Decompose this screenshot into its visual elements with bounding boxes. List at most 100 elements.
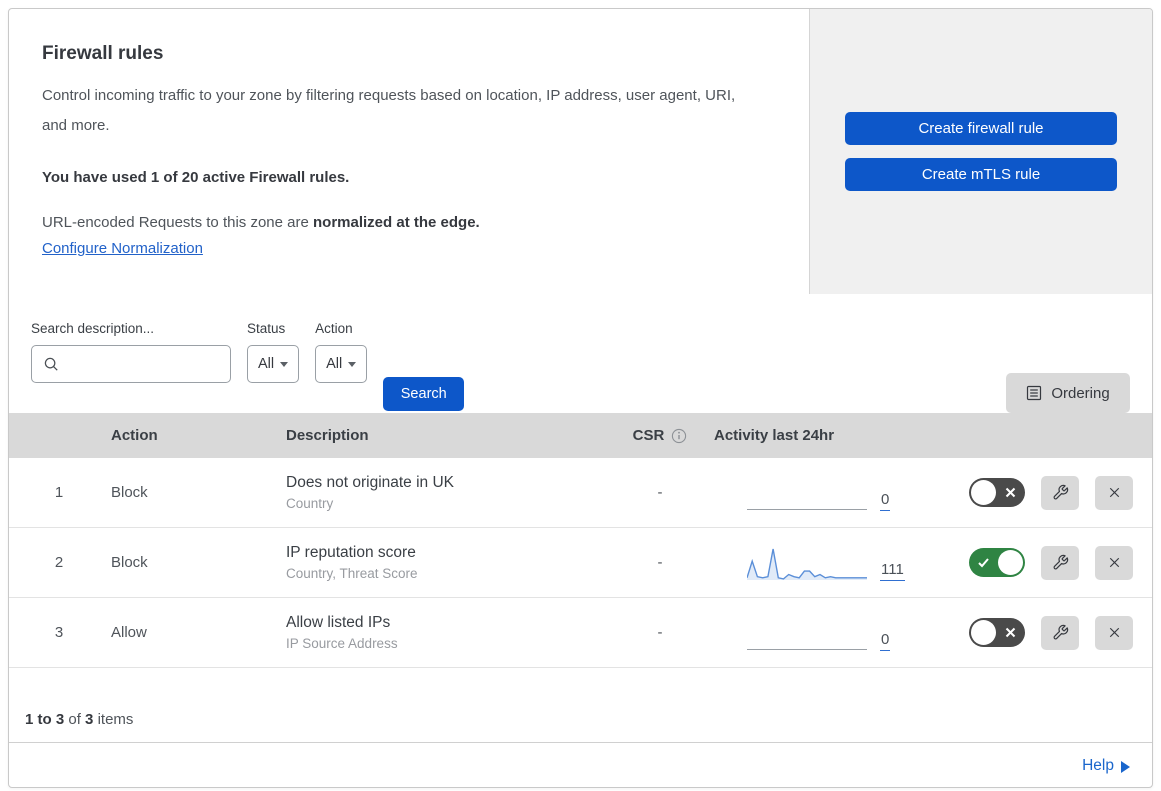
total-text: 3 [85, 711, 94, 728]
create-mtls-rule-button[interactable]: Create mTLS rule [845, 158, 1117, 191]
toggle-knob [998, 550, 1023, 575]
edit-rule-button[interactable] [1041, 475, 1079, 510]
action-dropdown[interactable]: All [315, 345, 368, 383]
rule-description: Allow listed IPs [286, 614, 391, 631]
toggle-knob [971, 480, 996, 505]
x-icon [1005, 487, 1016, 498]
firewall-rule-row: 3 Allow Allow listed IPs IP Source Addre… [9, 598, 1152, 668]
info-icon[interactable] [671, 428, 687, 444]
rule-csr-value: - [657, 554, 663, 571]
toggle-knob [971, 620, 996, 645]
activity-sparkline [747, 613, 867, 653]
rule-description-cell: Allow listed IPs IP Source Address [286, 614, 616, 651]
activity-count-link[interactable]: 0 [880, 491, 891, 511]
search-icon [44, 357, 58, 371]
column-action: Action [111, 427, 158, 444]
rule-description-cell: Does not originate in UK Country [286, 474, 616, 511]
close-icon [1109, 627, 1119, 638]
status-value: All [258, 356, 275, 372]
csr-label: CSR [632, 427, 665, 444]
create-firewall-rule-button[interactable]: Create firewall rule [845, 112, 1117, 145]
delete-rule-button[interactable] [1095, 475, 1133, 510]
of-text: of [64, 711, 86, 728]
rule-action: Allow [111, 624, 147, 641]
edit-rule-button[interactable] [1041, 545, 1079, 580]
firewall-rules-card: Firewall rules Control incoming traffic … [8, 8, 1153, 788]
check-icon [978, 558, 989, 568]
search-label: Search description... [31, 321, 155, 336]
status-filter-group: Status All [247, 321, 300, 383]
rule-description-cell: IP reputation score Country, Threat Scor… [286, 544, 616, 581]
activity-sparkline [747, 473, 867, 513]
ordering-label: Ordering [1051, 384, 1110, 402]
help-label: Help [1082, 757, 1114, 774]
delete-rule-button[interactable] [1095, 615, 1133, 650]
normalization-prefix: URL-encoded Requests to this zone are [42, 214, 313, 231]
rule-controls [914, 545, 1152, 580]
rule-description: IP reputation score [286, 544, 416, 561]
rule-enabled-toggle[interactable] [969, 618, 1025, 647]
activity-sparkline [747, 543, 867, 583]
rule-description: Does not originate in UK [286, 474, 455, 491]
column-activity: Activity last 24hr [714, 427, 835, 444]
edit-rule-button[interactable] [1041, 615, 1079, 650]
ordering-button[interactable]: Ordering [1006, 373, 1130, 413]
items-text: items [93, 711, 134, 728]
search-input-wrapper [31, 345, 231, 383]
header-actions-panel: Create firewall rule Create mTLS rule [809, 9, 1152, 294]
wrench-icon [1053, 624, 1068, 640]
rule-activity-cell: 0 [704, 473, 914, 513]
firewall-rule-row: 2 Block IP reputation score Country, Thr… [9, 528, 1152, 598]
table-pagination-summary: 1 to 3 of 3 items [9, 668, 1152, 742]
help-arrow-icon [1121, 760, 1130, 773]
rule-csr-value: - [657, 484, 663, 501]
rule-action: Block [111, 484, 148, 501]
rule-csr-value: - [657, 624, 663, 641]
page-description: Control incoming traffic to your zone by… [42, 87, 736, 134]
wrench-icon [1053, 554, 1068, 570]
action-label: Action [315, 321, 353, 336]
normalization-note: URL-encoded Requests to this zone are no… [42, 214, 769, 231]
rule-enabled-toggle[interactable] [969, 548, 1025, 577]
rule-enabled-toggle[interactable] [969, 478, 1025, 507]
status-dropdown[interactable]: All [247, 345, 300, 383]
normalization-bold: normalized at the edge. [313, 214, 480, 231]
rule-priority: 1 [54, 484, 64, 501]
range-text: 1 to 3 [25, 711, 65, 728]
close-icon [1109, 487, 1119, 498]
configure-normalization-link[interactable]: Configure Normalization [42, 240, 203, 257]
action-filter-group: Action All [315, 321, 368, 383]
help-bar: Help [9, 742, 1152, 787]
help-link[interactable]: Help [1082, 757, 1130, 775]
activity-count-link[interactable]: 111 [880, 561, 905, 581]
chevron-down-icon [348, 361, 357, 367]
rule-criteria: Country [286, 496, 334, 511]
rule-controls [914, 475, 1152, 510]
rule-controls [914, 615, 1152, 650]
rule-priority: 3 [54, 624, 64, 641]
rule-criteria: Country, Threat Score [286, 566, 418, 581]
rule-priority: 2 [54, 554, 64, 571]
delete-rule-button[interactable] [1095, 545, 1133, 580]
table-header: Action Description CSR Activity last 24h… [9, 413, 1152, 458]
x-icon [1005, 627, 1016, 638]
page-title: Firewall rules [42, 43, 164, 64]
rule-activity-cell: 111 [704, 543, 914, 583]
list-icon [1027, 385, 1042, 401]
header-section: Firewall rules Control incoming traffic … [9, 9, 1152, 294]
header-text-block: Firewall rules Control incoming traffic … [9, 9, 809, 294]
rule-activity-cell: 0 [704, 613, 914, 653]
usage-summary: You have used 1 of 20 active Firewall ru… [42, 169, 350, 186]
action-value: All [326, 356, 343, 372]
wrench-icon [1053, 484, 1068, 500]
activity-count-link[interactable]: 0 [880, 631, 891, 651]
search-group: Search description... [31, 321, 231, 383]
search-button[interactable]: Search [383, 377, 465, 411]
rule-criteria: IP Source Address [286, 636, 398, 651]
firewall-rule-row: 1 Block Does not originate in UK Country… [9, 458, 1152, 528]
column-csr: CSR [616, 427, 704, 444]
filter-bar: Search description... Status All Action … [9, 294, 1152, 413]
chevron-down-icon [280, 361, 289, 367]
search-input[interactable] [67, 356, 230, 372]
status-label: Status [247, 321, 286, 336]
